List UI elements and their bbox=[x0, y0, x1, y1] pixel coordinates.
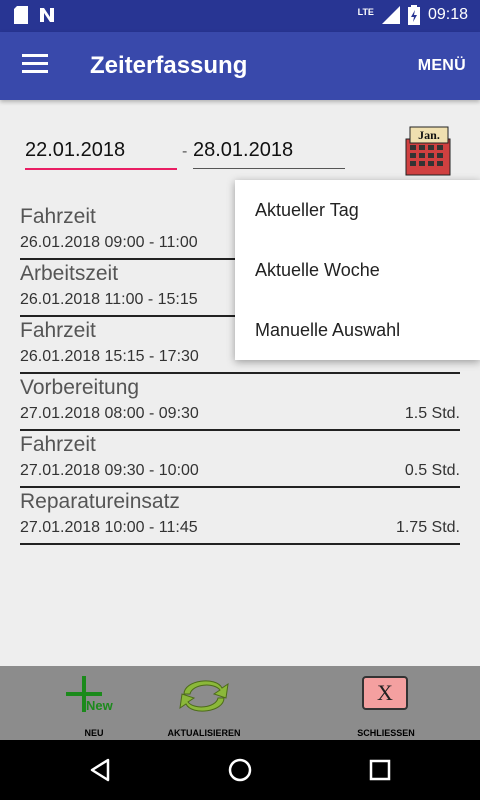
calendar-icon[interactable]: Jan. bbox=[402, 125, 452, 177]
date-from-field[interactable]: 22.01.2018 bbox=[25, 139, 177, 170]
menu-option-manual-selection[interactable]: Manuelle Auswahl bbox=[235, 300, 480, 360]
refresh-icon bbox=[179, 680, 229, 712]
entry-duration: 1.75 Std. bbox=[395, 519, 460, 536]
entry-name: Fahrzeit bbox=[20, 205, 96, 228]
add-new-icon: New bbox=[66, 676, 114, 713]
entry-range: 27.01.2018 10:00 - 11:45 bbox=[20, 519, 198, 536]
network-type: LTE bbox=[357, 7, 374, 17]
entry-range: 27.01.2018 08:00 - 09:30 bbox=[20, 405, 199, 422]
list-item[interactable]: Reparatureinsatz 27.01.2018 10:00 - 11:4… bbox=[20, 488, 460, 545]
date-to-field[interactable]: 28.01.2018 bbox=[193, 139, 345, 169]
system-navigation-bar bbox=[0, 740, 480, 800]
close-icon: X bbox=[362, 676, 408, 710]
entry-range: 26.01.2018 09:00 - 11:00 bbox=[20, 234, 198, 251]
status-right-icons: LTE 09:18 bbox=[358, 5, 468, 25]
entry-range: 27.01.2018 09:30 - 10:00 bbox=[20, 462, 199, 479]
status-time: 09:18 bbox=[427, 6, 468, 23]
list-item[interactable]: Fahrzeit 27.01.2018 09:30 - 10:00 0.5 St… bbox=[20, 431, 460, 488]
menu-button[interactable]: MENÜ bbox=[418, 57, 466, 75]
close-button[interactable]: X SCHLIESSEN bbox=[336, 666, 436, 740]
entry-name: Fahrzeit bbox=[20, 319, 96, 342]
refresh-button[interactable]: AKTUALISIEREN bbox=[154, 666, 254, 740]
sd-card-icon bbox=[14, 6, 28, 24]
home-icon[interactable] bbox=[227, 757, 253, 783]
menu-option-current-day[interactable]: Aktueller Tag bbox=[235, 180, 480, 240]
app-title: Zeiterfassung bbox=[90, 52, 248, 79]
n-icon bbox=[40, 8, 54, 22]
refresh-label: AKTUALISIEREN bbox=[167, 728, 241, 738]
date-separator: - bbox=[182, 143, 188, 160]
new-icon-text: New bbox=[86, 698, 114, 713]
bottom-action-bar: New NEU AKTUALISIEREN X SCHLIESSEN bbox=[0, 666, 480, 740]
new-label: NEU bbox=[84, 728, 104, 738]
new-button[interactable]: New NEU bbox=[44, 666, 144, 740]
signal-icon bbox=[381, 6, 400, 24]
entry-name: Arbeitszeit bbox=[20, 262, 119, 285]
menu-option-current-week[interactable]: Aktuelle Woche bbox=[235, 240, 480, 300]
status-left-icons bbox=[14, 6, 56, 24]
list-item[interactable]: Vorbereitung 27.01.2018 08:00 - 09:30 1.… bbox=[20, 374, 460, 431]
entry-name: Reparatureinsatz bbox=[20, 490, 180, 513]
entry-range: 26.01.2018 11:00 - 15:15 bbox=[20, 291, 198, 308]
close-icon-text: X bbox=[377, 680, 393, 705]
hamburger-menu-icon[interactable] bbox=[22, 54, 48, 74]
entry-duration: 1.5 Std. bbox=[404, 405, 460, 422]
entry-name: Fahrzeit bbox=[20, 433, 96, 456]
close-label: SCHLIESSEN bbox=[357, 728, 415, 738]
entry-range: 26.01.2018 15:15 - 17:30 bbox=[20, 348, 199, 365]
overflow-dropdown-menu: Aktueller Tag Aktuelle Woche Manuelle Au… bbox=[235, 180, 480, 360]
battery-charging-icon bbox=[407, 5, 420, 25]
calendar-label: Jan. bbox=[418, 128, 440, 142]
entry-name: Vorbereitung bbox=[20, 376, 140, 399]
app-bar: Zeiterfassung MENÜ bbox=[0, 32, 480, 100]
back-icon[interactable] bbox=[88, 758, 112, 782]
recents-icon[interactable] bbox=[369, 759, 391, 781]
status-bar: LTE 09:18 bbox=[0, 0, 480, 32]
entry-duration: 0.5 Std. bbox=[404, 462, 460, 479]
